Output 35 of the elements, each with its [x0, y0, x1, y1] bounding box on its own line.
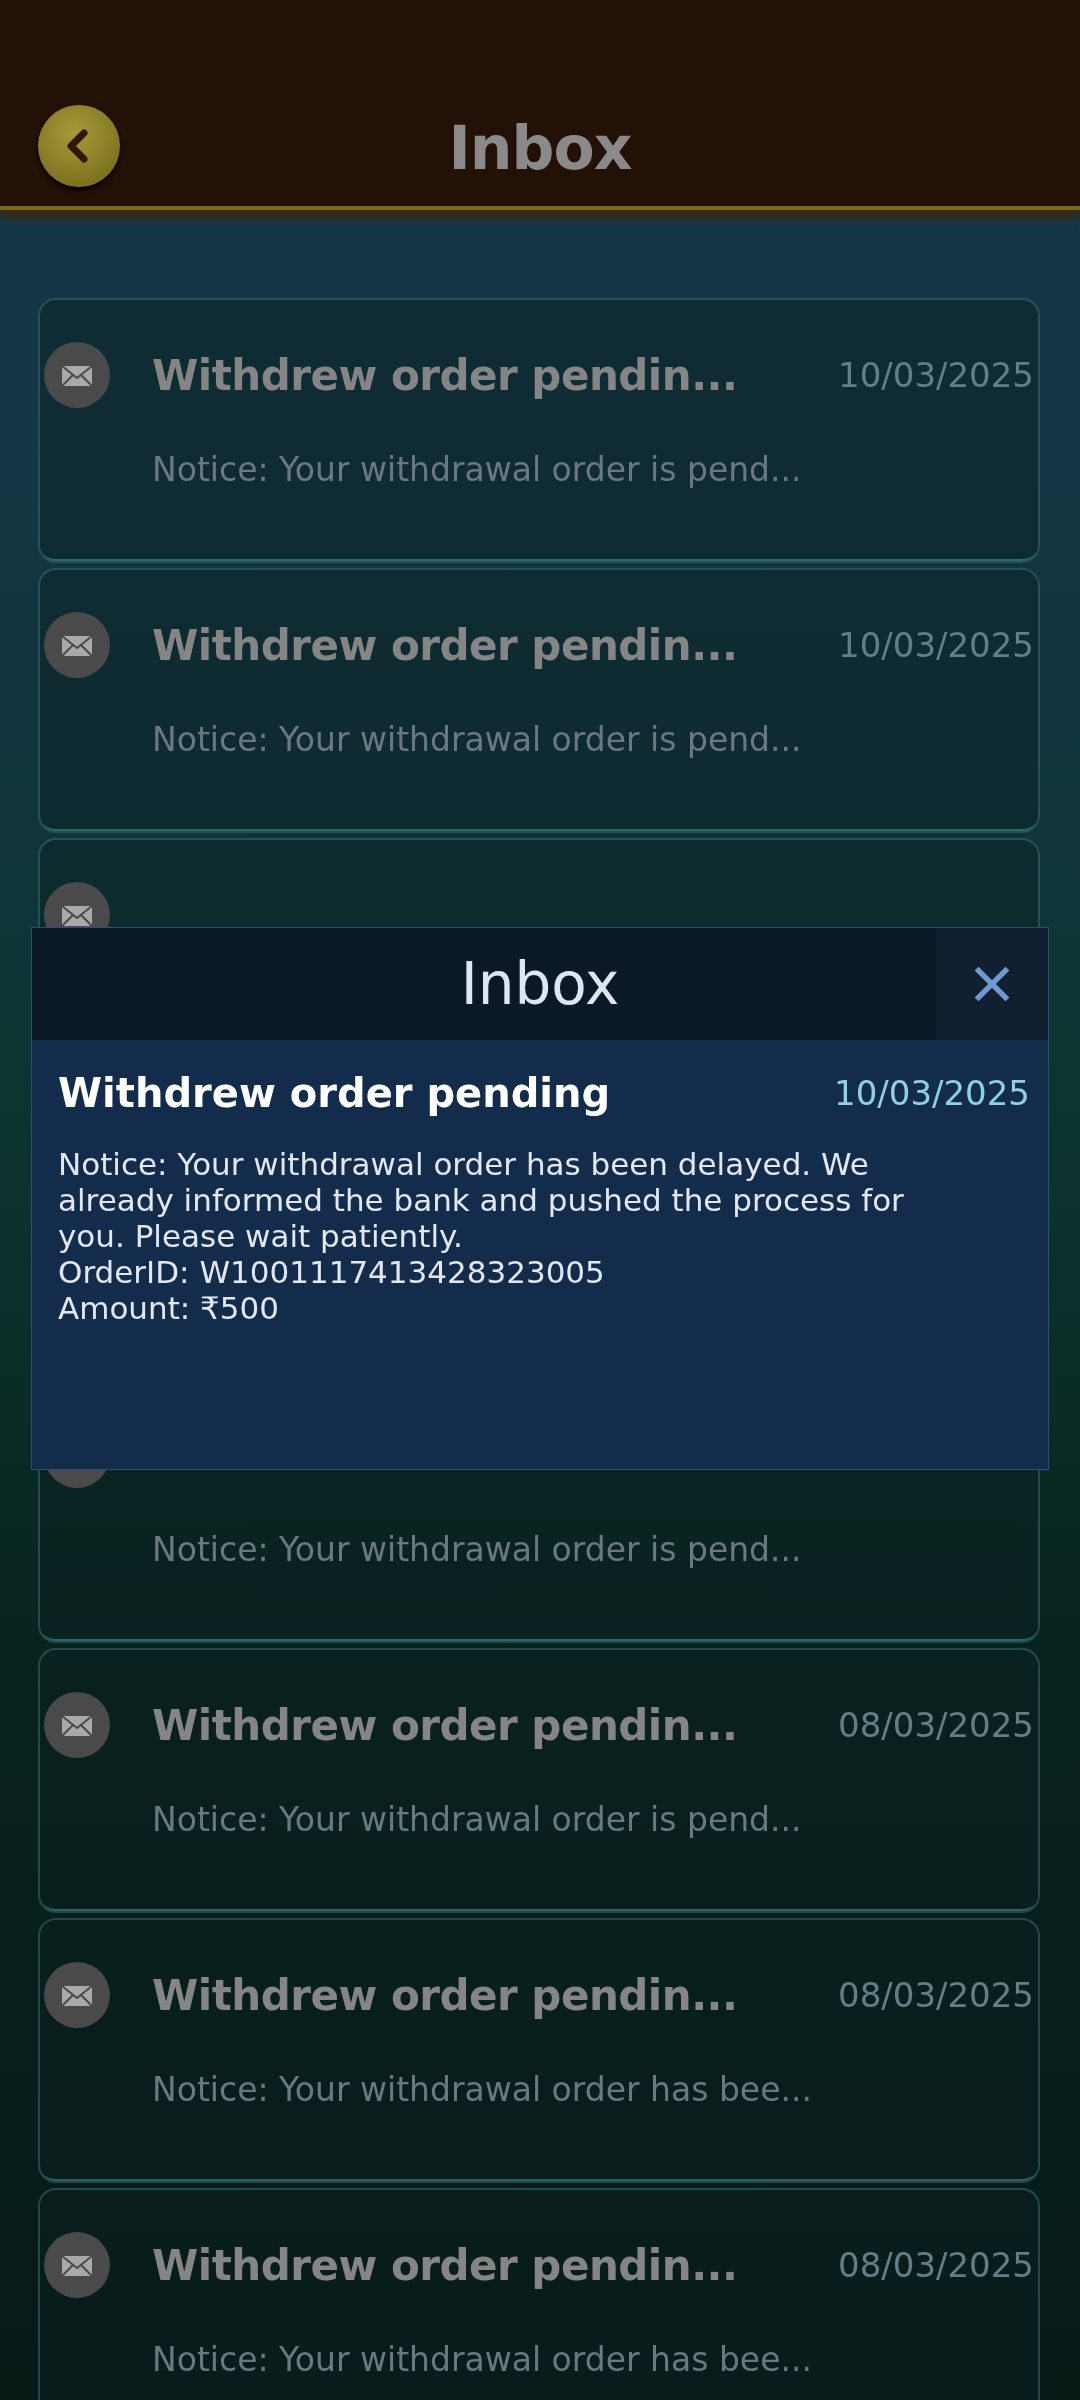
- message-text: Notice: Your withdrawal order has been delayed. We already informed the bank and pushed the process for you. Please wait patiently.: [58, 1146, 905, 1254]
- message-title: Withdrew order pendin...: [152, 2240, 738, 2290]
- message-preview: Notice: Your withdrawal order is pend...: [152, 1800, 803, 1839]
- message-title: Withdrew order pending: [58, 1070, 611, 1116]
- page-title: Inbox: [448, 113, 632, 183]
- message-card[interactable]: Withdrew order pendin... 10/03/2025 Notice: Your withdrawal order is pend...: [38, 298, 1040, 563]
- message-preview: Notice: Your withdrawal order is pend...: [152, 720, 803, 759]
- message-card[interactable]: Withdrew order pendin... 08/03/2025 Notice: Your withdrawal order has bee...: [38, 2188, 1040, 2400]
- close-button[interactable]: [936, 928, 1048, 1040]
- message-card[interactable]: Withdrew order pendin... 08/03/2025 Notice: Your withdrawal order has bee...: [38, 1918, 1040, 2183]
- back-button[interactable]: [38, 105, 120, 187]
- envelope-icon: [44, 342, 110, 408]
- message-date: 08/03/2025: [838, 1705, 1034, 1745]
- message-preview: Notice: Your withdrawal order has bee...: [152, 2070, 813, 2109]
- message-preview: Notice: Your withdrawal order has bee...: [152, 2340, 813, 2379]
- dialog-title: Inbox: [459, 950, 621, 1018]
- message-title: Withdrew order pendin...: [152, 350, 738, 400]
- envelope-icon: [44, 1692, 110, 1758]
- envelope-icon: [44, 2232, 110, 2298]
- message-date: 10/03/2025: [838, 355, 1034, 395]
- message-card[interactable]: Withdrew order pendin... 08/03/2025 Notice: Your withdrawal order is pend...: [38, 1648, 1040, 1913]
- message-title: Withdrew order pendin...: [152, 1970, 738, 2020]
- message-title: Withdrew order pendin...: [152, 620, 738, 670]
- envelope-icon: [44, 612, 110, 678]
- message-text: OrderID: W1001117413428323005: [58, 1254, 606, 1290]
- message-title: Withdrew order pendin...: [152, 1700, 738, 1750]
- message-date: 08/03/2025: [838, 1975, 1034, 2015]
- envelope-icon: [44, 1962, 110, 2028]
- message-date: 08/03/2025: [838, 2245, 1034, 2285]
- message-date: 10/03/2025: [834, 1073, 1030, 1113]
- message-preview: Notice: Your withdrawal order is pend...: [152, 1530, 803, 1569]
- message-date: 10/03/2025: [838, 625, 1034, 665]
- message-text: Amount: ₹500: [58, 1290, 280, 1326]
- message-card[interactable]: Withdrew order pendin... 10/03/2025 Notice: Your withdrawal order is pend...: [38, 568, 1040, 833]
- message-preview: Notice: Your withdrawal order is pend...: [152, 450, 803, 489]
